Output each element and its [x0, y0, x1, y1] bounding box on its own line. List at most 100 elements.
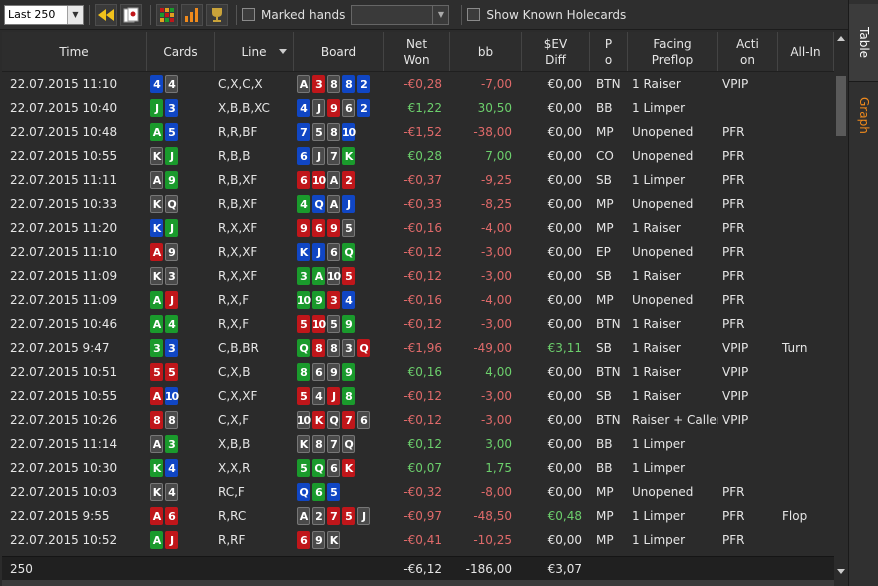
column-header-time[interactable]: Time	[2, 32, 147, 71]
chevron-down-icon[interactable]: ▼	[432, 5, 448, 24]
column-header-net[interactable]: Net Won	[384, 32, 450, 71]
cell-line: R,B,XF	[218, 197, 258, 211]
tab-graph[interactable]: Graph	[849, 90, 878, 140]
cell-action: PFR	[722, 197, 745, 211]
cell-facing-preflop: 1 Limper	[632, 173, 686, 187]
playing-card: A	[150, 291, 163, 309]
playing-card: K	[342, 459, 355, 477]
vertical-scrollbar[interactable]	[834, 32, 848, 580]
cell-line: RC,F	[218, 485, 245, 499]
cell-all-in	[778, 288, 834, 312]
playing-card: A	[327, 171, 340, 189]
replayer-button[interactable]	[120, 3, 142, 26]
scrollbar-thumb[interactable]	[836, 76, 846, 136]
cell-bb: -3,00	[480, 245, 512, 259]
column-header-facing[interactable]: Facing Preflop	[628, 32, 718, 71]
playing-card: A	[327, 195, 340, 213]
playing-card: 5	[327, 315, 340, 333]
cell-facing-preflop: 1 Raiser	[632, 77, 681, 91]
table-row[interactable]: 22.07.2015 10:33 K Q R,B,XF 4 Q A J -€0,33 -8,25 €…	[2, 192, 834, 216]
table-row[interactable]: 22.07.2015 10:52 A J R,RF 6 9 K -€0,41 -10,25 €0,…	[2, 528, 834, 552]
table-row[interactable]: 22.07.2015 10:51 5 5 C,X,B 8 6 9 9 €0,16 4,00 €0,0…	[2, 360, 834, 384]
table-row[interactable]: 22.07.2015 9:47 3 3 C,B,BR Q 8 8 3 Q -€1,96 -49,00…	[2, 336, 834, 360]
playing-card: 4	[297, 195, 310, 213]
cell-position: MP	[596, 509, 614, 523]
playing-card: K	[297, 243, 310, 261]
playing-card: 7	[297, 123, 310, 141]
table-row[interactable]: 22.07.2015 11:09 A J R,X,F 10 9 3 4 -€0,16 -4,00 €…	[2, 288, 834, 312]
cell-all-in	[778, 360, 834, 384]
table-row[interactable]: 22.07.2015 10:26 8 8 C,X,F 10 K Q 7 6 -€0,12 -3,00…	[2, 408, 834, 432]
playing-card: K	[150, 483, 163, 501]
column-header-allin[interactable]: All-In	[778, 32, 834, 71]
playing-card: 5	[297, 459, 310, 477]
column-header-cards[interactable]: Cards	[147, 32, 215, 71]
column-header-label: Line	[241, 44, 267, 59]
rewind-button[interactable]	[95, 3, 117, 26]
cell-position: MP	[596, 197, 614, 211]
playing-card: 4	[165, 483, 178, 501]
cell-all-in: Turn	[782, 341, 808, 355]
hands-table: Time Cards Line Board Net Won bb $EV Diff P o Fa…	[2, 32, 834, 552]
cell-hole-cards: A4	[147, 312, 215, 336]
column-header-line[interactable]: Line	[215, 32, 294, 71]
cell-all-in	[778, 96, 834, 120]
table-row[interactable]: 22.07.2015 11:14 A 3 X,B,B K 8 7 Q €0,12 3,00 €0,0…	[2, 432, 834, 456]
table-row[interactable]: 22.07.2015 10:55 K J R,B,B 6 J 7 K €0,28 7,00 €0,0…	[2, 144, 834, 168]
range-select[interactable]: Last 250 ▼	[4, 4, 84, 25]
cell-bb: 3,00	[485, 437, 512, 451]
table-row[interactable]: 22.07.2015 11:10 A 9 R,X,XF K J 6 Q -€0,12 -3,00 €…	[2, 240, 834, 264]
scroll-down-icon[interactable]	[837, 569, 845, 574]
column-header-pos[interactable]: P o	[590, 32, 628, 71]
table-row[interactable]: 22.07.2015 10:40 J 3 X,B,B,XC 4 J 9 6 2 €1,22 30,5…	[2, 96, 834, 120]
cell-hole-cards: K4	[147, 480, 215, 504]
cell-hole-cards: A9	[147, 168, 215, 192]
cell-hole-cards: A 10	[147, 384, 215, 408]
cell-all-in	[778, 240, 834, 264]
cell-facing-preflop: Unopened	[632, 485, 694, 499]
column-header-board[interactable]: Board	[294, 32, 384, 71]
cell-facing-preflop: Unopened	[632, 293, 694, 307]
table-row[interactable]: 22.07.2015 10:48 A 5 R,R,BF 7 5 8 10 -€1,52 -38,0…	[2, 120, 834, 144]
table-row[interactable]: 22.07.2015 11:09 K 3 R,X,XF 3 A 10 5 -€0,12 -3,00…	[2, 264, 834, 288]
table-row[interactable]: 22.07.2015 10:30 K 4 X,X,R 5 Q 6 K €0,07 1,75 €0,0…	[2, 456, 834, 480]
cell-position: MP	[596, 533, 614, 547]
scroll-up-icon[interactable]	[837, 36, 845, 41]
cell-action: PFR	[722, 149, 745, 163]
playing-card: Q	[297, 483, 310, 501]
column-header-bb[interactable]: bb	[450, 32, 522, 71]
total-net-won: -€6,12	[403, 561, 442, 576]
column-header-action[interactable]: Acti on	[718, 32, 778, 71]
table-row[interactable]: 22.07.2015 10:46 A 4 R,X,F 5 10 5 9 -€0,12 -3,00 €…	[2, 312, 834, 336]
show-known-holecards-checkbox[interactable]	[467, 8, 481, 21]
table-row[interactable]: 22.07.2015 11:11 A 9 R,B,XF 6 10 A 2 -€0,37 -9,25…	[2, 168, 834, 192]
playing-card: A	[150, 123, 163, 141]
horizontal-scrollbar[interactable]	[2, 580, 834, 586]
chevron-down-icon[interactable]: ▼	[67, 5, 83, 24]
cell-time: 22.07.2015 10:40	[10, 101, 118, 115]
trophy-button[interactable]	[206, 3, 228, 26]
cell-position: BB	[596, 461, 613, 475]
table-row[interactable]: 22.07.2015 11:20 K J R,X,XF 9 6 9 5 -€0,16 -4,00 €…	[2, 216, 834, 240]
cell-ev-diff: €0,00	[547, 149, 582, 163]
cell-board: 9695	[294, 216, 384, 240]
cell-board: 10 9 3 4	[294, 288, 384, 312]
playing-card: 8	[342, 75, 355, 93]
column-header-ev[interactable]: $EV Diff	[522, 32, 590, 71]
marked-hands-select[interactable]: ▼	[351, 4, 450, 25]
cell-board: Q883Q	[294, 336, 384, 360]
table-row[interactable]: 22.07.2015 10:03 K 4 RC,F Q 6 5 -€0,32 -8,00 €0,0…	[2, 480, 834, 504]
table-row[interactable]: 22.07.2015 10:55 A 10 C,X,XF 5 4 J 8 -€0,12 -3,00…	[2, 384, 834, 408]
cell-ev-diff: €0,00	[547, 197, 582, 211]
table-row[interactable]: 22.07.2015 11:10 4 4 C,X,C,X A 3 8 8 2 -€0,28 -7,0…	[2, 72, 834, 96]
heatmap-button[interactable]	[156, 3, 178, 26]
marked-hands-checkbox[interactable]	[242, 8, 255, 21]
bar-chart-button[interactable]	[181, 3, 203, 26]
playing-card: 6	[297, 531, 310, 549]
playing-card: Q	[357, 339, 370, 357]
cell-all-in	[778, 432, 834, 456]
cell-hole-cards: AJ	[147, 528, 215, 552]
cell-position: BTN	[596, 77, 621, 91]
tab-table[interactable]: Table	[849, 4, 878, 82]
table-row[interactable]: 22.07.2015 9:55 A 6 R,RC A 2 7 5 J -€0,97 -48,50 €0…	[2, 504, 834, 528]
